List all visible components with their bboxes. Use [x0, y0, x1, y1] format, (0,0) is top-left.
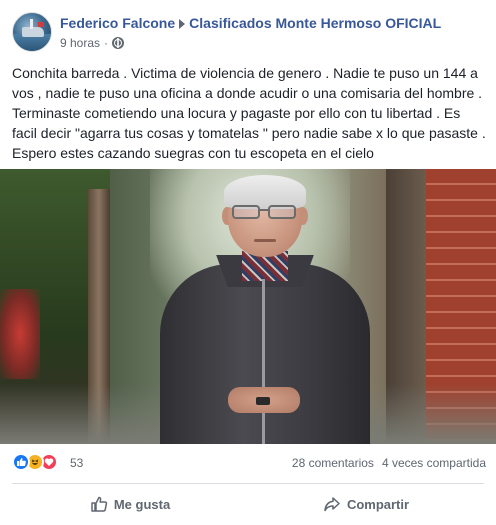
post-actions: Me gusta Compartir [12, 486, 484, 522]
share-button[interactable]: Compartir [248, 486, 484, 522]
shares-count-link[interactable]: 4 veces compartida [382, 456, 486, 470]
post-photo[interactable] [0, 169, 496, 444]
post-timestamp[interactable]: 9 horas [60, 36, 100, 50]
thumbs-up-icon [90, 495, 108, 513]
group-name-link[interactable]: Clasificados Monte Hermoso OFICIAL [189, 15, 441, 31]
actions-divider [12, 483, 484, 484]
arrow-right-icon [179, 19, 186, 30]
facebook-post: Federico Falcone Clasificados Monte Hermo… [0, 0, 496, 525]
post-text: Conchita barreda . Victima de violencia … [12, 65, 486, 161]
reactions-bar: 53 28 comentarios 4 veces compartida [12, 452, 486, 474]
share-arrow-icon [323, 495, 341, 513]
author-line: Federico Falcone Clasificados Monte Hermo… [60, 15, 441, 31]
author-name-link[interactable]: Federico Falcone [60, 15, 175, 31]
reaction-icons[interactable] [12, 453, 58, 473]
post-meta: 9 horas · [60, 36, 125, 50]
post-stats: 28 comentarios 4 veces compartida [292, 456, 486, 470]
like-button-label: Me gusta [113, 496, 171, 512]
like-icon [12, 453, 30, 471]
share-button-label: Compartir [346, 496, 410, 512]
post-header: Federico Falcone Clasificados Monte Hermo… [12, 12, 486, 56]
reaction-count[interactable]: 53 [70, 456, 83, 470]
author-avatar[interactable] [12, 12, 52, 52]
globe-icon[interactable] [112, 37, 125, 49]
comments-count-link[interactable]: 28 comentarios [292, 456, 374, 470]
meta-separator: · [104, 36, 109, 50]
like-button[interactable]: Me gusta [12, 486, 248, 522]
photo-subject-elderly-man [150, 169, 380, 444]
